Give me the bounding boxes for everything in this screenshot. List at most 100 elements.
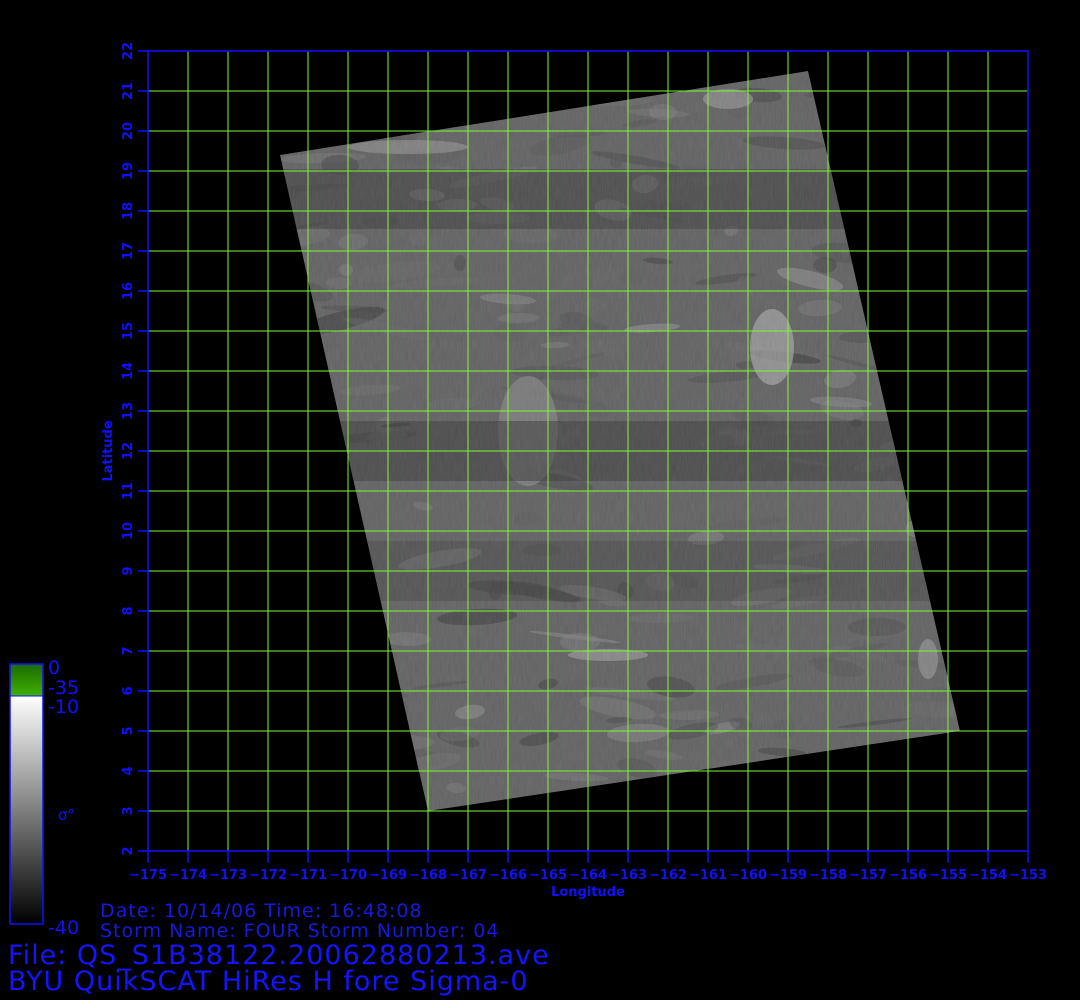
- x-tick-label: −154: [969, 868, 1007, 883]
- swath-texture-patch: [871, 90, 941, 100]
- colorbar: 0 -35 -10 -40 σ°: [9, 657, 79, 939]
- swath-texture-patch: [566, 791, 588, 805]
- colorbar-label-gray-top: -10: [48, 696, 79, 718]
- swath-texture-patch: [631, 75, 657, 95]
- y-tick-label: 18: [121, 202, 136, 220]
- x-tick-label: −162: [649, 868, 687, 883]
- x-tick-label: −155: [929, 868, 967, 883]
- swath-texture-patch: [280, 771, 343, 791]
- y-tick-label: 2: [121, 846, 136, 855]
- swath-texture-patch: [327, 753, 415, 763]
- swath-texture-patch: [912, 542, 960, 552]
- swath-texture-patch: [353, 86, 407, 98]
- x-tick-label: −172: [249, 868, 287, 883]
- swath-grain: [280, 71, 950, 811]
- x-axis-title: Longitude: [551, 885, 625, 900]
- swath-texture-patch: [494, 71, 568, 85]
- x-tick-label: −159: [769, 868, 807, 883]
- swath-texture-patch: [853, 114, 925, 136]
- swath-texture-patch: [280, 348, 307, 356]
- product-title-line: BYU QuikSCAT HiRes H fore Sigma-0: [8, 966, 529, 997]
- y-tick-label: 14: [121, 362, 136, 380]
- x-tick-label: −161: [689, 868, 727, 883]
- swath-texture-patch: [932, 168, 946, 178]
- swath-texture-patch: [650, 71, 672, 76]
- colorbar-gray-segment: [10, 696, 43, 924]
- y-tick-label: 3: [121, 806, 136, 815]
- y-axis-title: Latitude: [101, 420, 116, 482]
- swath-texture-patch: [295, 769, 349, 777]
- x-tick-label: −173: [209, 868, 247, 883]
- x-tick-label: −165: [529, 868, 567, 883]
- swath-texture-patch: [836, 755, 922, 777]
- storm-line: Storm Name: FOUR Storm Number: 04: [100, 920, 500, 942]
- y-tick-label: 22: [121, 42, 136, 60]
- y-tick-label: 13: [121, 402, 136, 420]
- swath-texture-patch: [626, 71, 706, 74]
- x-tick-label: −170: [329, 868, 367, 883]
- swath-texture-patch: [885, 773, 939, 783]
- x-tick-label: −163: [609, 868, 647, 883]
- colorbar-label-top: 0: [48, 657, 60, 679]
- y-tick-label: 17: [121, 242, 136, 260]
- swath-texture-patch: [408, 71, 434, 84]
- swath-texture-patch: [650, 79, 664, 89]
- y-tick-label: 8: [121, 606, 136, 615]
- x-tick-label: −164: [569, 868, 607, 883]
- swath-texture-patch: [426, 83, 482, 101]
- y-tick-label: 6: [121, 686, 136, 695]
- swath-texture-patch: [872, 815, 904, 824]
- swath-texture-patch: [847, 137, 933, 151]
- x-tick-label: −175: [129, 868, 167, 883]
- swath-texture-patch: [829, 177, 895, 185]
- x-tick-label: −153: [1009, 868, 1047, 883]
- y-tick-label: 12: [121, 442, 136, 460]
- y-tick-label: 20: [121, 122, 136, 140]
- x-tick-label: −169: [369, 868, 407, 883]
- swath-texture-patch: [280, 380, 298, 400]
- y-tick-label: 21: [121, 82, 136, 100]
- y-tick-label: 10: [121, 522, 136, 540]
- colorbar-symbol: σ°: [58, 806, 75, 824]
- swath-texture-patch: [280, 706, 320, 722]
- x-tick-label: −158: [809, 868, 847, 883]
- swath-texture-patch: [284, 302, 300, 314]
- swath-texture-patch: [454, 91, 486, 107]
- y-tick-label: 7: [121, 646, 136, 655]
- y-tick-label: 11: [121, 482, 136, 500]
- swath-texture-patch: [320, 691, 334, 697]
- swath-texture-patch: [280, 85, 298, 105]
- x-tick-label: −160: [729, 868, 767, 883]
- swath-texture-patch: [902, 443, 928, 455]
- swath-texture-patch: [653, 799, 673, 811]
- colorbar-land-segment: [10, 664, 43, 696]
- y-tick-label: 5: [121, 726, 136, 735]
- y-tick-label: 9: [121, 566, 136, 575]
- swath-texture-patch: [248, 388, 278, 404]
- swath-texture-patch: [915, 221, 943, 229]
- swath-texture-patch: [892, 397, 952, 407]
- swath-texture-patch: [843, 801, 923, 811]
- swath-texture-patch: [256, 233, 271, 245]
- x-tick-label: −156: [889, 868, 927, 883]
- date-time-line: Date: 10/14/06 Time: 16:48:08: [100, 900, 423, 922]
- swath-texture-patch: [721, 786, 807, 796]
- x-tick-label: −174: [169, 868, 207, 883]
- swath-texture-patch: [841, 215, 875, 225]
- swath-texture-patch: [280, 342, 313, 354]
- swath-texture-patch: [903, 52, 932, 72]
- y-tick-label: 16: [121, 282, 136, 300]
- x-tick-label: −167: [449, 868, 487, 883]
- y-tick-label: 15: [121, 322, 136, 340]
- y-axis-ticks: 2 3 4 5 6 7 8 9 10 11 12 13 14 15 16 17 18 19 20 21 22: [121, 42, 148, 856]
- swath-texture-patch: [280, 384, 324, 404]
- swath-texture-patch: [873, 777, 935, 791]
- swath-texture-patch: [280, 637, 300, 655]
- x-tick-label: −157: [849, 868, 887, 883]
- swath-texture-patch: [355, 53, 440, 72]
- lat-lon-grid: [147, 50, 1029, 852]
- scatterometer-map: −175 −174 −173 −172 −171 −170 −169 −168 −167 −166…: [9, 42, 1047, 939]
- x-tick-label: −168: [409, 868, 447, 883]
- x-tick-label: −166: [489, 868, 527, 883]
- x-axis-ticks: −175 −174 −173 −172 −171 −170 −169 −168 −167 −166…: [129, 851, 1047, 883]
